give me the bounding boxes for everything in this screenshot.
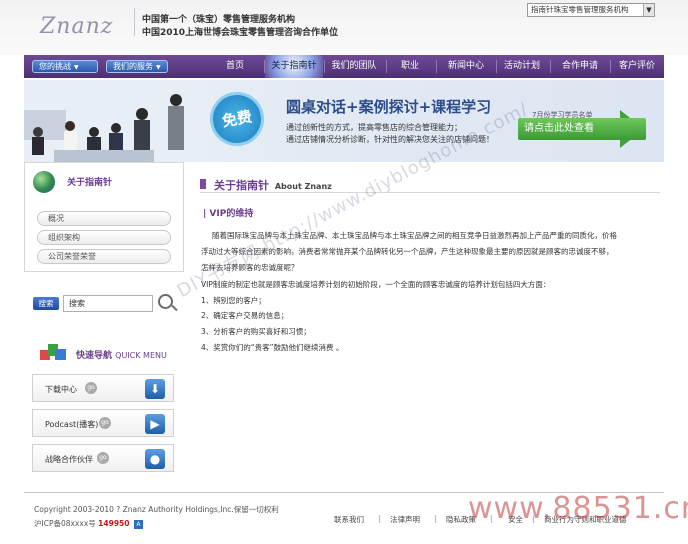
site-logo[interactable]: Znanz: [40, 14, 113, 39]
tagline-secondary: 中国2010上海世博会珠宝零售管理咨询合作单位: [142, 28, 339, 38]
go-icon: go: [99, 417, 111, 429]
quick-menu-title-cn: 快速导航: [76, 351, 113, 361]
nav-home[interactable]: 首页: [210, 55, 260, 78]
icp-badge-icon[interactable]: A: [133, 519, 143, 529]
quick-item-label: 下载中心: [45, 385, 77, 394]
quick-item-label: Podcast(播客): [45, 420, 99, 429]
sidebar-link-overview[interactable]: 概况: [37, 211, 171, 226]
icp-record: 沪ICP备08xxxx号 149950 A: [34, 518, 143, 529]
nav-events[interactable]: 活动计划: [498, 55, 546, 78]
services-dropdown[interactable]: 我们的服务 ▼: [106, 60, 168, 73]
footer-link-contact[interactable]: 联系我们: [334, 514, 364, 525]
about-sidebar-title: 关于指南针: [67, 178, 113, 188]
title-accent-bar: [200, 179, 206, 189]
nav-separator: [610, 60, 611, 73]
go-icon: go: [85, 382, 97, 394]
nav-apply[interactable]: 合作申请: [552, 55, 608, 78]
search-input[interactable]: 搜索: [63, 295, 153, 312]
banner-cta-button[interactable]: 请点击此处查看: [518, 118, 646, 140]
meeting-photo: [24, 80, 194, 162]
org-select-value: 指南针珠宝零售管理服务机构: [531, 5, 629, 14]
main-navbar: 您的挑战 ▼ 我们的服务 ▼ 首页 关于指南针 我们的团队 职业 新闻中心 活动计划…: [24, 55, 664, 78]
sidebar-link-honors[interactable]: 公司荣誉荣誉: [37, 249, 171, 264]
title-divider: [200, 192, 660, 193]
search-label: 搜索: [33, 297, 59, 310]
challenge-dropdown-label: 您的挑战: [39, 62, 71, 71]
quick-item-label: 战略合作伙伴: [45, 455, 93, 464]
download-icon: ⬇: [145, 379, 165, 399]
icp-number: 149950: [98, 519, 130, 528]
quick-partners[interactable]: 战略合作伙伴 go ●: [32, 444, 174, 472]
quick-download-center[interactable]: 下载中心 go ⬇: [32, 374, 174, 402]
org-select[interactable]: 指南针珠宝零售管理服务机构 ▼: [527, 3, 655, 17]
icp-text: 沪ICP备08xxxx号: [34, 519, 96, 528]
banner-line-1: 通过创新性的方式，提高零售店的综合管理能力；: [286, 123, 462, 132]
promo-banner[interactable]: 免费 圆桌对话+案例探讨+课程学习 通过创新性的方式，提高零售店的综合管理能力；…: [24, 80, 664, 162]
quick-menu-icon: [40, 344, 66, 360]
services-dropdown-label: 我们的服务: [113, 62, 153, 71]
globe-icon: [33, 171, 55, 193]
quick-podcast[interactable]: Podcast(播客) go ▶: [32, 409, 174, 437]
logo-divider: [134, 8, 135, 36]
banner-title: 圆桌对话+案例探讨+课程学习: [286, 98, 492, 116]
partners-icon: ●: [145, 449, 165, 469]
nav-separator: [386, 60, 387, 73]
list-item: 3、分析客户的购买喜好和习惯；: [201, 327, 311, 336]
header: Znanz 中国第一个（珠宝）零售管理服务机构 中国2010上海世博会珠宝零售管…: [0, 0, 688, 55]
caret-down-icon: ▼: [156, 64, 161, 71]
nav-about[interactable]: 关于指南针: [265, 55, 323, 78]
nav-separator: [550, 60, 551, 73]
page-title: 关于指南针 About Znanz: [214, 177, 332, 193]
play-icon: ▶: [145, 414, 165, 434]
search-box: 搜索 搜索: [24, 290, 184, 318]
nav-careers[interactable]: 职业: [388, 55, 432, 78]
go-icon: go: [97, 452, 109, 464]
nav-testimonials[interactable]: 客户评价: [612, 55, 662, 78]
list-item: 1、辨别您的客户；: [201, 296, 266, 305]
sidebar-link-structure[interactable]: 组织架构: [37, 230, 171, 245]
site-watermark: www.88531.cn: [468, 491, 688, 526]
about-sidebar: 关于指南针 概况 组织架构 公司荣誉荣誉: [24, 162, 184, 272]
list-item: 4、奖赏你们的“贵客”鼓励他们继续消费 。: [201, 343, 344, 352]
section-heading: | VIP的维持: [203, 209, 254, 219]
list-item: 2、确定客户交易的信息；: [201, 311, 289, 320]
quick-menu-title-en: QUICK MENU: [115, 351, 167, 360]
challenge-dropdown[interactable]: 您的挑战 ▼: [32, 60, 98, 73]
nav-separator: [496, 60, 497, 73]
search-icon[interactable]: [158, 294, 173, 309]
footer-separator: |: [378, 514, 381, 523]
nav-news[interactable]: 新闻中心: [438, 55, 494, 78]
quick-menu-title: 快速导航 QUICK MENU: [76, 348, 167, 361]
footer-link-legal[interactable]: 法律声明: [390, 514, 420, 525]
free-badge: 免费: [205, 87, 269, 151]
footer-separator: |: [434, 514, 437, 523]
copyright-text: Copyright 2003-2010 ? Znanz Authority Ho…: [34, 505, 279, 514]
nav-separator: [436, 60, 437, 73]
chevron-down-icon: ▼: [643, 4, 654, 16]
page-title-en: About Znanz: [274, 182, 332, 191]
nav-team[interactable]: 我们的团队: [325, 55, 383, 78]
caret-down-icon: ▼: [74, 64, 79, 71]
page-title-cn: 关于指南针: [214, 179, 269, 192]
tagline-primary: 中国第一个（珠宝）零售管理服务机构: [142, 15, 296, 25]
paragraph-line: VIP制度的制定也就是顾客忠诚度培养计划的初始阶段，一个全面的顾客忠诚度的培养计…: [201, 280, 551, 289]
